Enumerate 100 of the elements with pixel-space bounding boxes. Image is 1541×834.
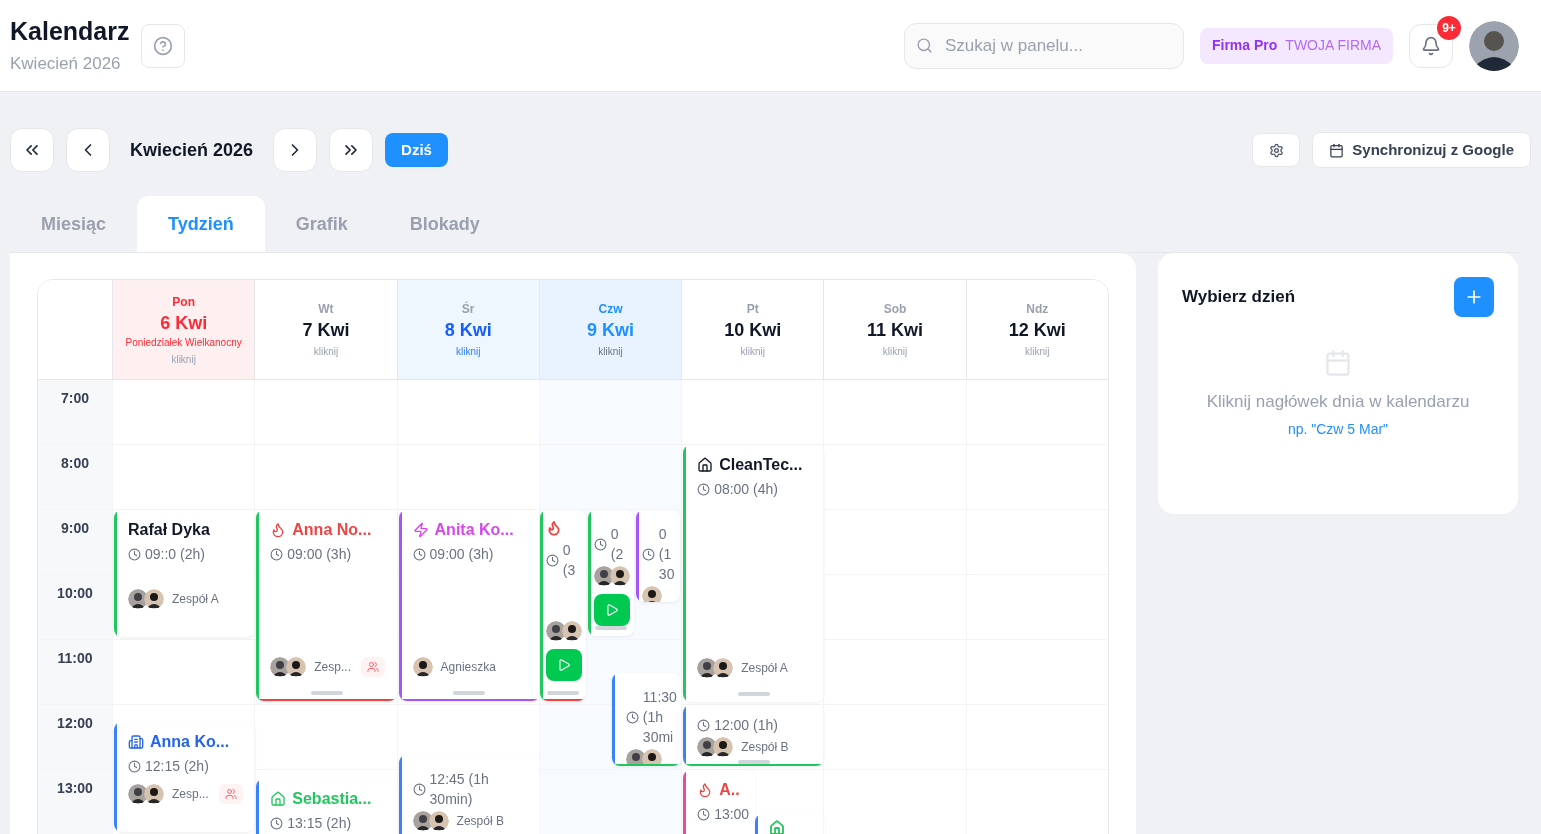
calendar-icon: [1324, 349, 1352, 377]
people-icon: [367, 661, 380, 673]
drag-handle[interactable]: [310, 691, 343, 695]
day-name: Pt: [746, 301, 759, 318]
day-name: Pon: [172, 293, 195, 311]
page-title: Kalendarz: [10, 15, 130, 47]
house-icon: [270, 791, 287, 807]
settings-icon: [1268, 142, 1284, 158]
hour-label: 12:00: [57, 714, 93, 733]
event-time: 09::0 (2h): [145, 545, 205, 564]
day-header[interactable]: Pon 6 Kwi Poniedziałek Wielkanocny kliknij: [112, 280, 255, 379]
day-date: 12 Kwi: [1008, 319, 1066, 342]
team-name: Zespół B: [741, 739, 789, 756]
event-card[interactable]: Rafał Dyka 09::0 (2h) Zespół A: [114, 510, 255, 637]
previous-button[interactable]: [66, 128, 110, 172]
clock-icon: [697, 718, 711, 732]
day-header[interactable]: Ndz 12 Kwi kliknij: [965, 280, 1108, 379]
event-title: Rafał Dyka: [128, 520, 210, 540]
event-time: 12:15 (2h): [145, 757, 209, 776]
play-icon: [604, 603, 619, 617]
drag-handle[interactable]: [737, 692, 770, 696]
event-title: Anita Ko...: [434, 520, 514, 540]
event-time: 11:30 (1h 30mi: [642, 688, 677, 747]
clock-icon: [128, 759, 141, 773]
event-card[interactable]: Sebastia... 13:15 (2h): [256, 779, 398, 834]
team-name: Zespół A: [172, 591, 219, 608]
clock-icon: [697, 807, 711, 821]
event-title: CleanTec...: [719, 455, 803, 475]
user-avatar[interactable]: [1469, 20, 1519, 71]
day-name: Czw: [598, 301, 623, 318]
event-card[interactable]: Anita Ko... 09:00 (3h) Agnieszka: [398, 510, 540, 701]
day-hint: kliknij: [1025, 345, 1050, 359]
view-tab[interactable]: Tydzień: [137, 196, 265, 252]
search-icon: [915, 36, 933, 54]
event-time: 13:15 (2h): [287, 814, 352, 833]
next-button[interactable]: [273, 128, 318, 172]
event-time: 09:00 (3h): [287, 545, 352, 564]
day-date: 10 Kwi: [724, 319, 782, 342]
hour-label: 8:00: [61, 454, 89, 473]
day-date: 6 Kwi: [160, 311, 208, 335]
event-time: 12:45 (1h 30min): [429, 770, 490, 809]
team-name: Agnieszka: [440, 659, 496, 676]
search-field[interactable]: Szukaj w panelu...: [903, 22, 1184, 69]
add-button[interactable]: [1454, 277, 1494, 317]
house-icon: [697, 457, 714, 473]
notification-count: 9+: [1437, 15, 1461, 40]
team-name: Zesp...: [314, 659, 351, 676]
event-card[interactable]: 0 (2: [587, 510, 634, 636]
hour-label: 11:00: [57, 649, 93, 668]
team-name: Zespół A: [741, 660, 788, 677]
event-card[interactable]: A.. 13:00: [683, 770, 756, 834]
day-hint: kliknij: [171, 352, 196, 367]
clock-icon: [697, 482, 711, 496]
day-name: Sob: [883, 301, 907, 318]
event-card[interactable]: CleanTec... 08:00 (4h) Zespół A: [683, 445, 825, 702]
sync-google-button[interactable]: Synchronizuj z Google: [1312, 132, 1531, 168]
play-button[interactable]: [593, 594, 630, 626]
clock-icon: [270, 547, 284, 561]
drag-handle[interactable]: [594, 626, 627, 630]
event-title: Anna No...: [292, 520, 372, 540]
people-icon: [225, 788, 237, 800]
event-card[interactable]: 0 (1 30: [635, 510, 680, 602]
drag-handle[interactable]: [453, 691, 486, 695]
day-date: 7 Kwi: [302, 319, 350, 342]
hour-label: 9:00: [61, 519, 89, 538]
team-name: Zesp...: [172, 786, 209, 803]
hour-label: 10:00: [57, 584, 93, 603]
drag-handle[interactable]: [737, 760, 770, 764]
drag-handle[interactable]: [546, 691, 579, 695]
clock-icon: [270, 816, 284, 830]
event-time: 0 (3: [562, 541, 577, 580]
event-card[interactable]: 0 (3: [539, 510, 586, 701]
day-date: 11 Kwi: [867, 319, 924, 342]
event-time: 0 (2: [610, 525, 625, 564]
company-name: TWOJA FIRMA: [1285, 36, 1381, 55]
event-card[interactable]: 11:30 (1h 30mi: [611, 673, 681, 766]
settings-button[interactable]: [1252, 133, 1301, 167]
play-button[interactable]: [545, 649, 582, 681]
day-date: 8 Kwi: [444, 319, 492, 342]
event-card[interactable]: 12:45 (1h 30min) Zespół B: [398, 755, 540, 834]
clock-icon: [128, 547, 141, 561]
clock-icon: [593, 537, 607, 551]
clock-icon: [412, 782, 426, 796]
first-button[interactable]: [10, 128, 54, 172]
event-time: 12:00 (1h): [714, 716, 778, 735]
play-icon: [556, 658, 571, 672]
day-header[interactable]: Czw 9 Kwi kliknij: [538, 280, 682, 379]
help-button[interactable]: [141, 23, 186, 68]
day-header[interactable]: Śr 8 Kwi kliknij: [396, 280, 539, 379]
last-button[interactable]: [329, 128, 374, 172]
clock-icon: [625, 710, 639, 724]
today-button[interactable]: Dziś: [385, 133, 448, 167]
building-icon: [128, 734, 144, 750]
event-time: 08:00 (4h): [714, 480, 778, 499]
event-card[interactable]: Anna Ko... 12:15 (2h) Zesp...: [114, 722, 255, 832]
help-icon: [153, 35, 174, 56]
event-card[interactable]: 12:00 (1h) Zespół B: [683, 705, 825, 766]
event-card[interactable]: Anna No... 09:00 (3h) Zesp...: [256, 510, 398, 701]
day-hint: kliknij: [598, 345, 623, 359]
day-hint: kliknij: [455, 345, 481, 359]
